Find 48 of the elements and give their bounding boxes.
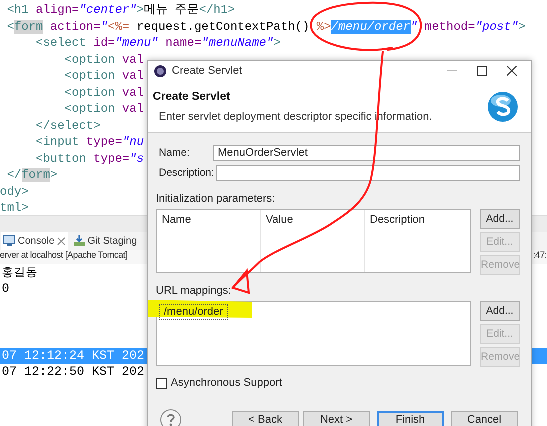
window-title: Create Servlet <box>172 65 244 77</box>
console-line: 홍길동 <box>1 264 38 281</box>
field-label: Description: <box>159 167 214 179</box>
dialog-button[interactable]: Add... <box>480 209 520 229</box>
tab-label: Git Staging <box>88 236 138 246</box>
view-tab[interactable]: Git Staging <box>70 232 140 250</box>
code-line: <form action="<%= request.getContextPath() %>/menu/order" method="post"> <box>6 18 526 35</box>
monitor-icon <box>3 235 16 247</box>
tab-label: Console <box>18 236 55 246</box>
view-tab[interactable]: Console <box>1 232 68 250</box>
close-icon[interactable] <box>507 66 517 76</box>
code-line: <option val <box>64 52 144 68</box>
section-label: Initialization parameters: <box>156 193 276 207</box>
code-line: ody> <box>0 184 29 200</box>
console-header-text: erver at localhost [Apache Tomcat] <box>0 250 128 262</box>
column-header: Name <box>162 214 192 226</box>
checkbox[interactable] <box>156 378 167 388</box>
code-line: </form> <box>6 167 58 184</box>
section-label: URL mappings: <box>156 285 232 299</box>
download-icon <box>72 235 86 247</box>
text-field[interactable]: MenuOrderServlet <box>213 145 520 161</box>
dialog-button[interactable]: Next > <box>303 410 370 426</box>
code-line: <option val <box>64 84 144 101</box>
code-line: <input type="nu <box>35 134 144 150</box>
dialog-button[interactable]: Finish <box>377 410 444 426</box>
column-header: Description <box>370 214 426 226</box>
code-line: <option val <box>64 68 144 84</box>
dialog-button[interactable]: Add... <box>480 301 520 321</box>
column-header: Value <box>266 214 294 226</box>
code-line: tml> <box>0 200 29 216</box>
checkbox-label: Asynchronous Support <box>171 377 282 389</box>
dialog-button[interactable]: < Back <box>232 410 299 426</box>
servlet-logo-icon <box>487 90 519 122</box>
dialog-button[interactable]: Cancel <box>451 410 518 426</box>
field-label: Name: <box>159 147 191 159</box>
code-line: <button type="s <box>35 150 144 167</box>
code-line: <select id="menu" name="menuName"> <box>35 35 281 52</box>
console-header-text: :47: <box>533 250 547 262</box>
code-line: <h1 align="center">메뉴 주문</h1> <box>6 2 236 18</box>
console-line: 0 <box>1 280 10 298</box>
code-line: <option val <box>64 101 144 118</box>
app-icon <box>154 64 167 78</box>
maximize-icon[interactable] <box>477 66 487 76</box>
dialog-heading: Create Servlet <box>153 90 232 102</box>
help-icon[interactable] <box>160 409 182 426</box>
text-field[interactable] <box>216 165 520 181</box>
code-line: </select> <box>35 118 101 134</box>
console-line: 07 12:22:50 KST 202 <box>1 364 145 382</box>
